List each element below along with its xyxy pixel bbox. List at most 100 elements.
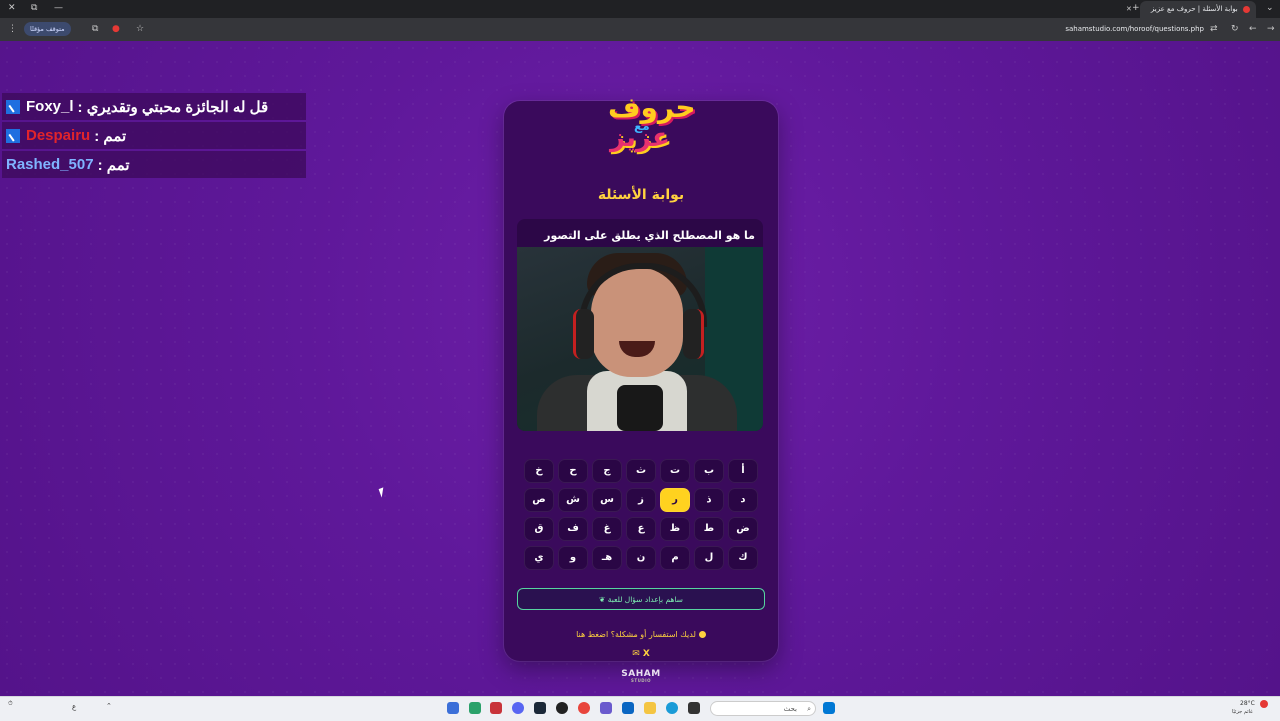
- letter-key[interactable]: ض: [728, 517, 758, 541]
- letter-key[interactable]: ح: [558, 459, 588, 483]
- letter-key[interactable]: غ: [592, 517, 622, 541]
- taskbar-search[interactable]: بحث ⌕: [710, 701, 816, 716]
- letter-key[interactable]: ي: [524, 546, 554, 570]
- new-tab-icon[interactable]: +: [1132, 3, 1140, 13]
- leaf-icon: ❦: [599, 595, 606, 604]
- letter-key[interactable]: ع: [626, 517, 656, 541]
- chevron-up-icon[interactable]: ⌃: [106, 702, 112, 710]
- letter-key[interactable]: ت: [660, 459, 690, 483]
- letter-key[interactable]: هـ: [592, 546, 622, 570]
- page-content: Foxy_l قل له الجائزة محبتي وتقديري : Des…: [0, 41, 1280, 696]
- letter-key[interactable]: ق: [524, 517, 554, 541]
- logo-text-top: حروف: [608, 91, 697, 124]
- letter-key[interactable]: و: [558, 546, 588, 570]
- extensions-icon[interactable]: ⧉: [92, 24, 98, 34]
- contribute-label: ساهم بإعداد سؤال للعبة: [607, 595, 683, 604]
- chat-username: Rashed_507: [6, 156, 94, 173]
- broadcaster-badge-icon: [6, 99, 20, 114]
- bookmark-star-icon[interactable]: ☆: [136, 24, 144, 34]
- broadcaster-badge-icon: [6, 128, 20, 143]
- questions-card: حروف مع عزيز بوابة الأسئلة ما هو المصطلح…: [504, 91, 778, 683]
- chat-text: تمم :: [94, 127, 127, 145]
- app-icon[interactable]: [600, 702, 612, 714]
- taskbar: ⏱ ع ⌃ بحث ⌕ 28°C غائم جزئيًا: [0, 696, 1280, 721]
- tab-menu-icon[interactable]: ⌄: [1266, 3, 1274, 13]
- minimize-window-icon[interactable]: —: [54, 3, 63, 13]
- mouse-cursor-icon: [378, 487, 387, 498]
- webcam-video: [517, 247, 763, 431]
- browser-tab[interactable]: ✕ بوابة الأسئلة | حروف مع عزيز: [1126, 1, 1256, 18]
- address-bar: ⋮ متوقف مؤقتًا ⧉ ● ☆ sahamstudio.com/hor…: [0, 18, 1280, 41]
- chat-message: Foxy_l قل له الجائزة محبتي وتقديري :: [2, 93, 306, 120]
- letter-key[interactable]: ش: [558, 488, 588, 512]
- terminal-icon[interactable]: [688, 702, 700, 714]
- help-link[interactable]: لديك استفسار أو مشكلة؟ اضغط هنا: [504, 630, 778, 639]
- letter-key[interactable]: ط: [694, 517, 724, 541]
- chat-overlay: Foxy_l قل له الجائزة محبتي وتقديري : Des…: [2, 93, 306, 180]
- record-icon[interactable]: ●: [112, 24, 120, 34]
- logo-text-bottom: عزيز: [610, 123, 670, 153]
- letter-key[interactable]: ظ: [660, 517, 690, 541]
- letter-key[interactable]: ن: [626, 546, 656, 570]
- paused-badge[interactable]: متوقف مؤقتًا: [24, 22, 71, 36]
- store-icon[interactable]: [622, 702, 634, 714]
- page-title: بوابة الأسئلة: [597, 187, 685, 203]
- letter-key[interactable]: ز: [626, 488, 656, 512]
- reload-icon[interactable]: ↻: [1231, 24, 1239, 34]
- tab-title: بوابة الأسئلة | حروف مع عزيز: [1150, 5, 1238, 13]
- notification-icon[interactable]: [1260, 700, 1268, 708]
- windows-start-icon[interactable]: [823, 702, 835, 714]
- letter-key[interactable]: ب: [694, 459, 724, 483]
- close-window-icon[interactable]: ✕: [8, 3, 16, 13]
- file-explorer-icon[interactable]: [644, 702, 656, 714]
- letter-key[interactable]: د: [728, 488, 758, 512]
- weather-temp[interactable]: 28°C: [1240, 700, 1255, 707]
- chat-username: Despairu: [26, 127, 91, 144]
- browser-titlebar: ✕ ⧉ — + ✕ بوابة الأسئلة | حروف مع عزيز ⌄: [0, 0, 1280, 18]
- clock-icon[interactable]: ⏱: [8, 700, 13, 708]
- letter-key[interactable]: ذ: [694, 488, 724, 512]
- letter-key[interactable]: ف: [558, 517, 588, 541]
- chat-text: تمم :: [97, 156, 130, 174]
- question-text: ما هو المصطلح الذي يطلق على التصور: [544, 229, 755, 242]
- steam-icon[interactable]: [534, 702, 546, 714]
- url-text[interactable]: sahamstudio.com/horoof/questions.php: [1065, 25, 1204, 33]
- help-text: لديك استفسار أو مشكلة؟ اضغط هنا: [576, 630, 696, 639]
- menu-dots-icon[interactable]: ⋮: [8, 24, 17, 34]
- search-icon: ⌕: [807, 705, 811, 713]
- discord-icon[interactable]: [512, 702, 524, 714]
- brand-logo: SAHAM STUDIO: [621, 669, 661, 683]
- letter-key[interactable]: خ: [524, 459, 554, 483]
- back-icon[interactable]: ←: [1249, 24, 1257, 34]
- info-icon: [698, 631, 706, 638]
- app-icon[interactable]: [490, 702, 502, 714]
- edge-icon[interactable]: [666, 702, 678, 714]
- question-box: ما هو المصطلح الذي يطلق على التصور: [517, 219, 763, 431]
- contribute-question-button[interactable]: ساهم بإعداد سؤال للعبة ❦: [517, 588, 765, 610]
- letter-key[interactable]: ج: [592, 459, 622, 483]
- chat-text: قل له الجائزة محبتي وتقديري :: [77, 98, 269, 116]
- chrome-icon[interactable]: [578, 702, 590, 714]
- weather-desc: غائم جزئيًا: [1232, 709, 1253, 715]
- app-icon[interactable]: [469, 702, 481, 714]
- tab-close-icon[interactable]: ✕: [1126, 1, 1132, 18]
- letter-key[interactable]: ث: [626, 459, 656, 483]
- search-placeholder: بحث: [783, 705, 797, 713]
- tab-favicon-icon: [1243, 5, 1250, 13]
- language-indicator[interactable]: ع: [72, 703, 76, 711]
- restore-window-icon[interactable]: ⧉: [31, 3, 37, 13]
- chat-message: Despairu تمم :: [2, 122, 306, 149]
- letter-key[interactable]: ر: [660, 488, 690, 512]
- letter-key[interactable]: ص: [524, 488, 554, 512]
- shield-app-icon[interactable]: [447, 702, 459, 714]
- letter-key[interactable]: ك: [728, 546, 758, 570]
- social-links[interactable]: ✉ X: [504, 649, 778, 659]
- chat-message: Rashed_507 تمم :: [2, 151, 306, 178]
- site-settings-icon[interactable]: ⇄: [1210, 24, 1218, 34]
- obs-icon[interactable]: [556, 702, 568, 714]
- letter-key[interactable]: س: [592, 488, 622, 512]
- letter-key[interactable]: أ: [728, 459, 758, 483]
- letter-key[interactable]: ل: [694, 546, 724, 570]
- letter-key[interactable]: م: [660, 546, 690, 570]
- forward-icon[interactable]: →: [1267, 24, 1275, 34]
